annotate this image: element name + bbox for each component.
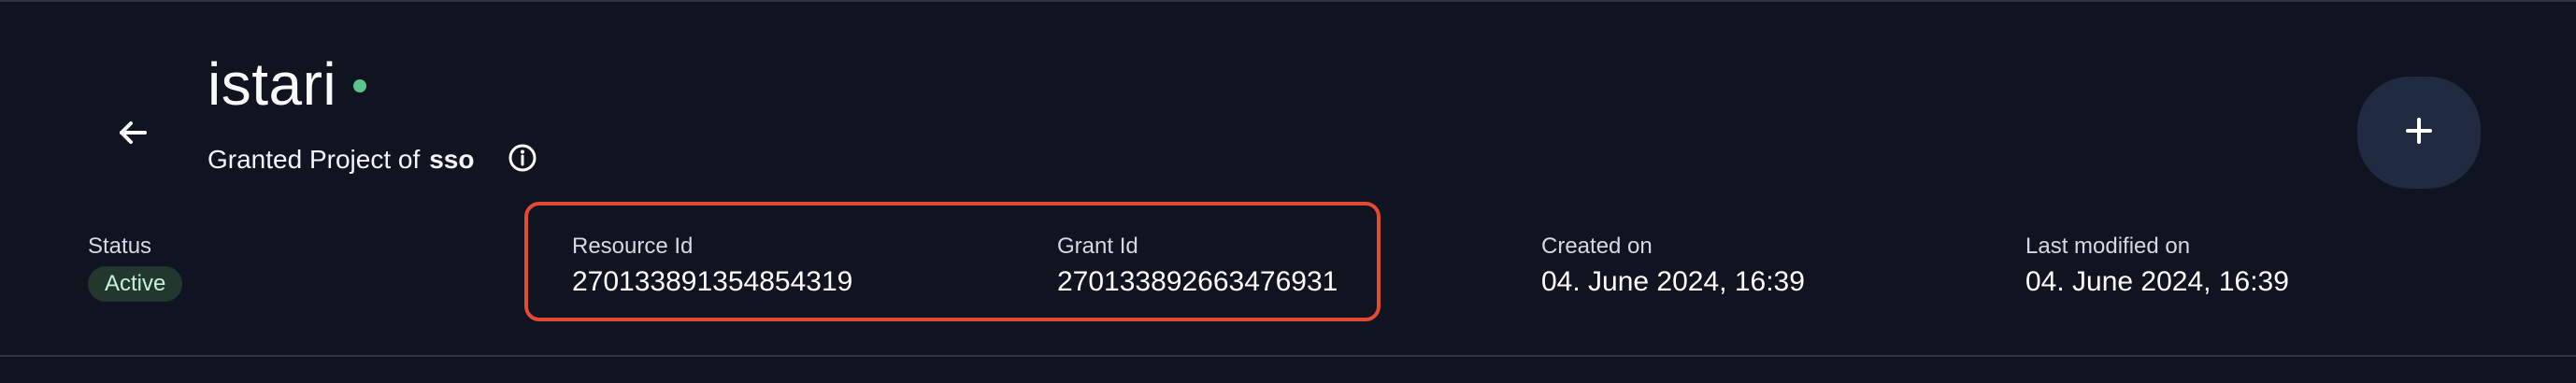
resource-id-section: Resource Id 270133891354854319	[572, 234, 852, 298]
page-subtitle: Granted Project of sso	[208, 143, 539, 177]
subtitle-owner: sso	[429, 145, 475, 174]
last-modified-value: 04. June 2024, 16:39	[2025, 265, 2289, 297]
created-on-section: Created on 04. June 2024, 16:39	[1541, 234, 1805, 298]
grant-id-section: Grant Id 270133892663476931	[1057, 234, 1338, 298]
resource-id-value: 270133891354854319	[572, 265, 853, 297]
status-label: Status	[88, 234, 152, 259]
created-on-label: Created on	[1541, 234, 1653, 259]
add-button[interactable]	[2357, 77, 2481, 189]
last-modified-label: Last modified on	[2025, 234, 2191, 259]
info-button[interactable]	[506, 143, 539, 177]
grant-id-label: Grant Id	[1057, 234, 1138, 259]
last-modified-section: Last modified on 04. June 2024, 16:39	[2025, 234, 2289, 298]
status-badge: Active	[88, 265, 183, 302]
page-title-wrap: istari	[208, 50, 367, 118]
status-section: Status Active	[88, 234, 183, 302]
bottom-border	[0, 355, 2576, 357]
arrow-left-icon	[112, 112, 153, 158]
subtitle-prefix: Granted Project of	[208, 145, 421, 174]
created-on-value: 04. June 2024, 16:39	[1541, 265, 1805, 297]
page-title: istari	[208, 50, 337, 118]
resource-id-label: Resource Id	[572, 234, 694, 259]
back-button[interactable]	[103, 105, 163, 164]
status-dot	[353, 79, 367, 92]
info-circle-icon	[507, 142, 538, 178]
plus-icon	[2400, 112, 2438, 154]
grant-id-value: 270133892663476931	[1057, 265, 1338, 297]
top-border	[0, 0, 2576, 2]
